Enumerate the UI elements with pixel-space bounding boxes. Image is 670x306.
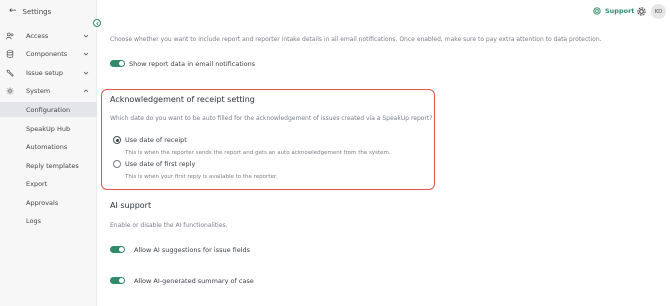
- lifebuoy-icon: [593, 7, 601, 15]
- radio-date-of-receipt-label[interactable]: Use date of receipt: [125, 136, 187, 144]
- sidebar-item-label: Access: [26, 32, 49, 40]
- ai-support-title: AI support: [110, 201, 152, 210]
- radio-date-of-receipt[interactable]: [113, 136, 121, 144]
- sidebar-item-label: Components: [26, 50, 68, 58]
- users-icon: [6, 32, 14, 40]
- sidebar-subitem-label: Reply templates: [26, 161, 79, 170]
- sidebar-subitem-approvals[interactable]: Approvals: [0, 195, 97, 210]
- sidebar-subitem-reply-templates[interactable]: Reply templates: [0, 158, 97, 173]
- sidebar-subitem-automations[interactable]: Automations: [0, 139, 97, 154]
- sidebar-subitem-speakup-hub[interactable]: SpeakUp Hub: [0, 121, 97, 136]
- sidebar-item-components[interactable]: Components: [0, 46, 97, 62]
- chevron-down-icon: [83, 71, 89, 75]
- sidebar-subitem-label: Automations: [26, 142, 68, 151]
- chevron-down-icon: [83, 52, 89, 56]
- radio-date-of-first-reply-help: This is when your first reply is availab…: [125, 174, 278, 180]
- settings-gear-icon[interactable]: [636, 6, 647, 17]
- chevron-up-icon: [83, 89, 89, 93]
- radio-date-of-first-reply[interactable]: [113, 160, 121, 168]
- sidebar-item-system[interactable]: System: [0, 83, 97, 99]
- sidebar-item-label: Issue setup: [26, 69, 64, 77]
- avatar[interactable]: KD: [651, 4, 666, 19]
- arrow-left-icon: ←: [9, 6, 17, 16]
- acknowledgement-card: Acknowledgement of receipt setting Which…: [101, 89, 435, 190]
- sidebar-item-issue-setup[interactable]: Issue setup: [0, 65, 97, 81]
- back-to-settings[interactable]: ← Settings: [9, 7, 51, 16]
- sidebar: ← Settings Access Components Issue setup…: [0, 0, 97, 306]
- radio-date-of-first-reply-label[interactable]: Use date of first reply: [125, 160, 195, 168]
- sidebar-subitem-configuration[interactable]: Configuration: [0, 102, 97, 117]
- show-report-data-label: Show report data in email notifications: [129, 60, 256, 68]
- sidebar-subitem-label: Approvals: [26, 198, 59, 207]
- sidebar-subitem-label: SpeakUp Hub: [26, 124, 71, 133]
- sidebar-item-label: System: [26, 87, 51, 95]
- show-report-data-toggle[interactable]: [110, 60, 125, 67]
- acknowledgement-title: Acknowledgement of receipt setting: [110, 95, 255, 104]
- sidebar-item-access[interactable]: Access: [0, 28, 97, 44]
- acknowledgement-description: Which date do you want to be auto filled…: [110, 115, 433, 122]
- sidebar-collapse-button[interactable]: [93, 19, 101, 27]
- support-label: Support: [605, 7, 635, 15]
- ai-suggestions-toggle[interactable]: [110, 246, 125, 253]
- sidebar-subitem-logs[interactable]: Logs: [0, 213, 97, 228]
- ai-support-description: Enable or disable the AI functionalities…: [110, 222, 228, 229]
- report-intake-description: Choose whether you want to include repor…: [110, 36, 602, 43]
- database-icon: [6, 50, 14, 58]
- sidebar-subitem-label: Configuration: [26, 105, 71, 114]
- back-label: Settings: [22, 7, 52, 16]
- chevron-down-icon: [83, 34, 89, 38]
- radio-date-of-receipt-help: This is when the reporter sends the repo…: [125, 150, 391, 156]
- wrench-icon: [6, 69, 14, 77]
- ai-suggestions-label: Allow AI suggestions for issue fields: [134, 246, 251, 254]
- ai-summary-toggle[interactable]: [110, 277, 125, 284]
- chevron-left-icon: [95, 21, 98, 25]
- ai-summary-label: Allow AI-generated summary of case: [134, 277, 254, 285]
- sidebar-subitem-export[interactable]: Export: [0, 176, 97, 191]
- gear-icon: [6, 87, 14, 95]
- sidebar-subitem-label: Logs: [26, 216, 41, 225]
- support-link[interactable]: Support: [593, 7, 634, 15]
- sidebar-subitem-label: Export: [26, 179, 48, 188]
